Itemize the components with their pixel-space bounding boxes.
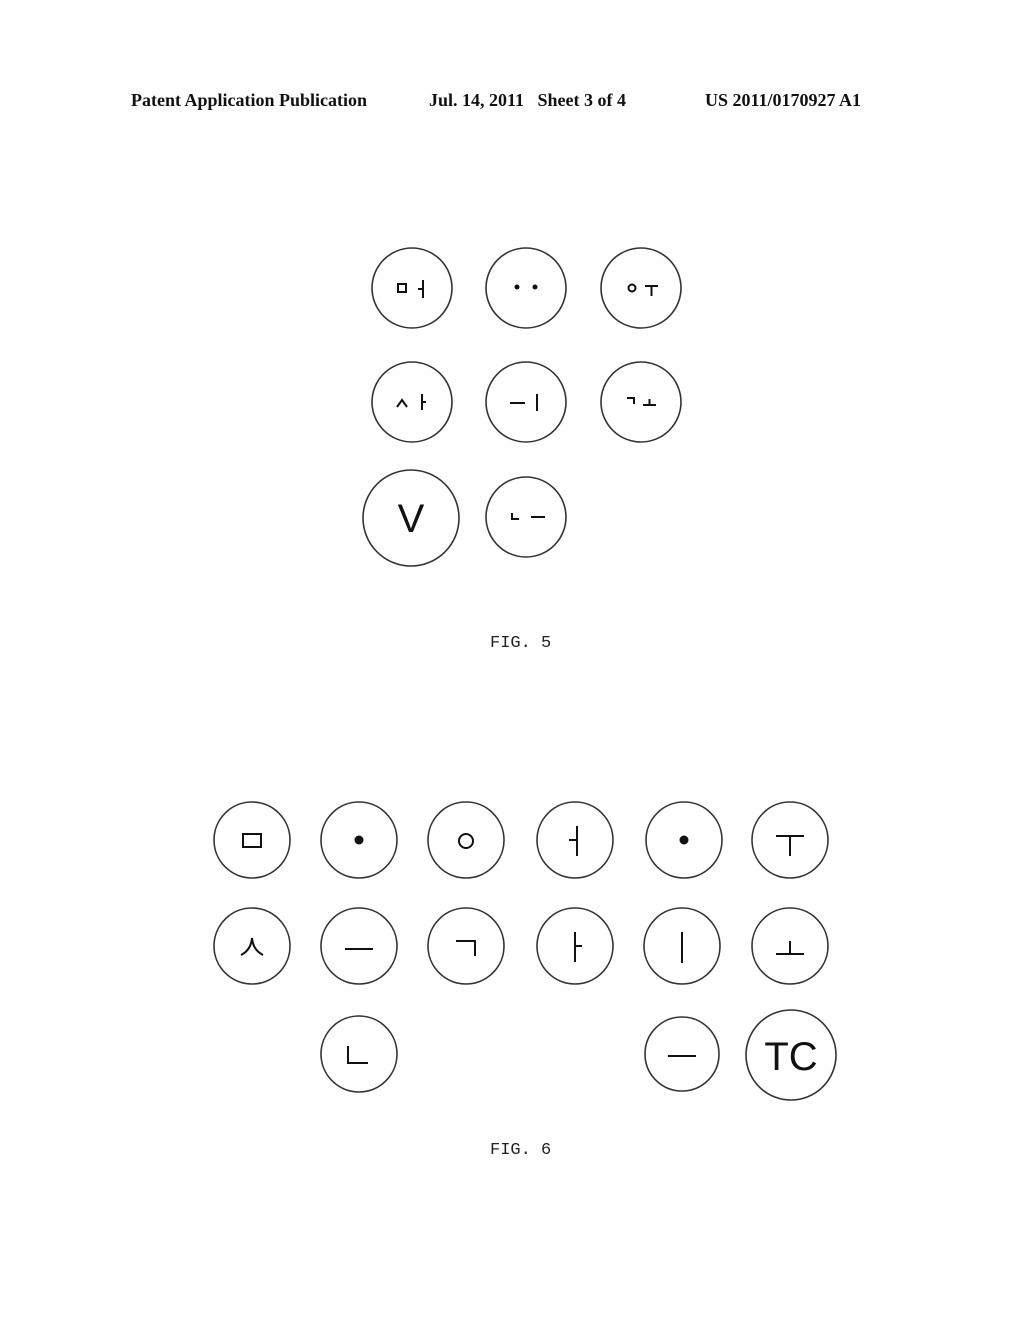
key-fig6-r2c6 (751, 907, 829, 985)
key-fig5-r3c2 (485, 476, 567, 558)
patent-figures: V TC (213, 247, 837, 1101)
key-fig6-r1c1 (213, 801, 291, 879)
key-fig5-r1c2 (485, 247, 567, 329)
glyph-dot (679, 835, 689, 845)
key-fig5-r2c3 (600, 361, 682, 443)
key-fig5-r1c1 (371, 247, 453, 329)
key-fig6-r2c1 (213, 907, 291, 985)
figure-6: TC (213, 801, 837, 1101)
key-fig6-r3c6: TC (745, 1009, 837, 1101)
glyph-v: V (398, 497, 425, 541)
glyph-tc: TC (764, 1035, 817, 1079)
key-fig6-r2c2 (320, 907, 398, 985)
key-fig5-r3c1: V (362, 469, 460, 567)
key-fig5-r1c3 (600, 247, 682, 329)
key-fig6-r2c3 (427, 907, 505, 985)
key-fig6-r3c5 (644, 1016, 720, 1092)
glyph-dot (354, 835, 364, 845)
key-fig6-r1c3 (427, 801, 505, 879)
key-fig5-r2c2 (485, 361, 567, 443)
glyph-dot (532, 284, 538, 290)
key-fig6-r3c2 (320, 1015, 398, 1093)
key-fig6-r1c6 (751, 801, 829, 879)
figure-6-caption: FIG. 6 (490, 1141, 552, 1160)
key-fig6-r1c4 (536, 801, 614, 879)
key-fig6-r1c2 (320, 801, 398, 879)
glyph-dot (514, 284, 520, 290)
key-fig5-r2c1 (371, 361, 453, 443)
key-fig6-r2c5 (643, 907, 721, 985)
figure-5-caption: FIG. 5 (490, 634, 552, 653)
key-fig6-r1c5 (645, 801, 723, 879)
figure-5: V (362, 247, 682, 567)
key-fig6-r2c4 (536, 907, 614, 985)
